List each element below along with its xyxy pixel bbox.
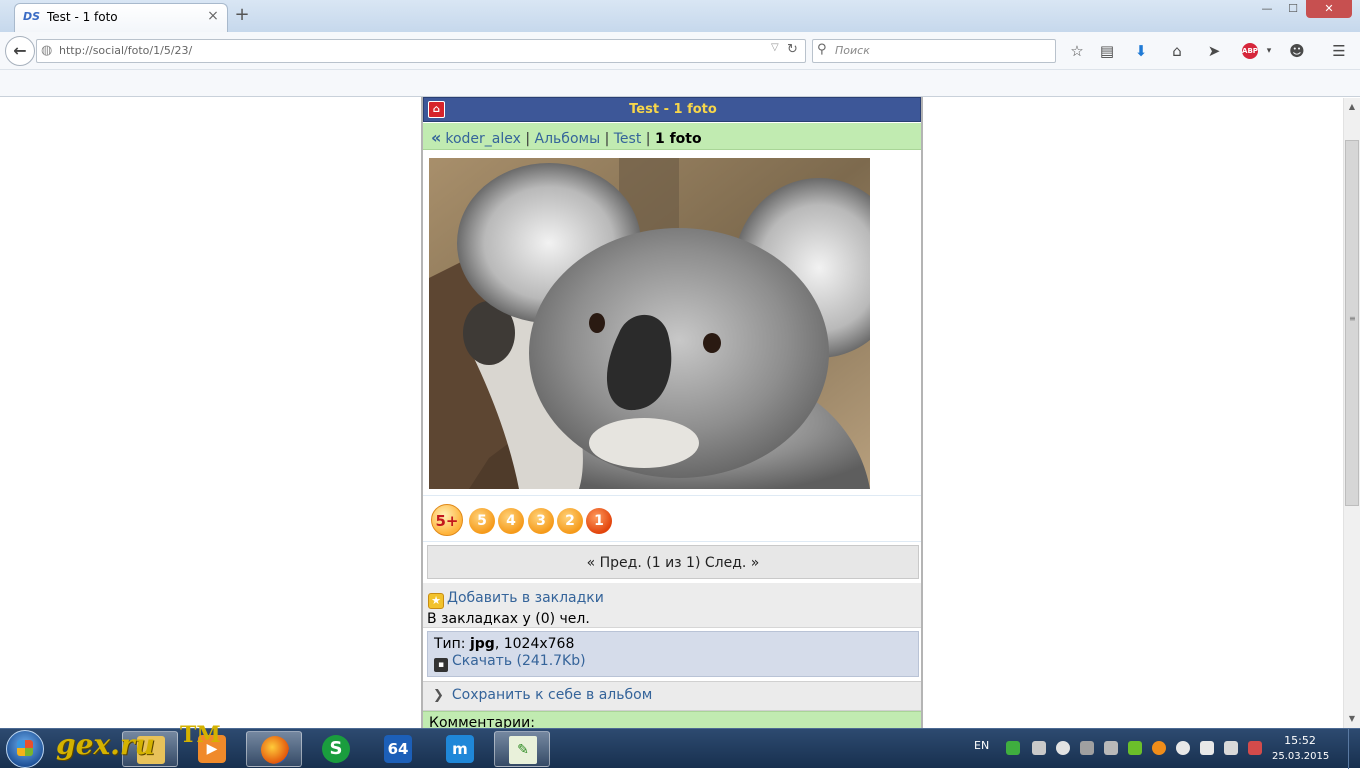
reading-list-icon[interactable]: ▤ — [1096, 41, 1118, 61]
download-link[interactable]: Скачать (241.7Kb) — [452, 653, 586, 669]
comments-heading: Комментарии: — [423, 711, 921, 728]
wifi-icon[interactable] — [1176, 741, 1190, 755]
window-minimize-button[interactable]: — — [1254, 0, 1280, 18]
rating-row: 5+ 5 4 3 2 1 — [423, 495, 921, 542]
aida64-icon: 64 — [384, 735, 412, 763]
scroll-up-icon[interactable]: ▲ — [1344, 98, 1360, 115]
maxthon-icon: m — [446, 735, 474, 763]
adblock-icon[interactable]: ABP — [1242, 43, 1258, 59]
bookmarks-block: ★ Добавить в закладки В закладках у (0) ч… — [423, 583, 921, 628]
breadcrumb-separator: | — [645, 131, 651, 147]
breadcrumb-current: 1 foto — [654, 131, 702, 147]
breadcrumb-separator: | — [525, 131, 531, 147]
tab-close-icon[interactable]: × — [205, 8, 221, 24]
search-input[interactable]: Поиск — [835, 44, 870, 57]
window-close-button[interactable]: ✕ — [1306, 0, 1352, 18]
network-tool-icon[interactable] — [1104, 741, 1118, 755]
taskbar-app-notepad-plus[interactable]: ✎ — [494, 731, 550, 767]
breadcrumb-user-link[interactable]: koder_alex — [445, 131, 521, 147]
rating-5-button[interactable]: 5 — [469, 508, 495, 534]
breadcrumb-albums-link[interactable]: Альбомы — [535, 131, 601, 147]
home-icon[interactable]: ⌂ — [1166, 41, 1188, 61]
photo-pager[interactable]: « Пред. (1 из 1) След. » — [427, 545, 919, 579]
browser-tab[interactable]: DS Test - 1 foto × — [14, 3, 228, 32]
floppy-disk-icon: ▪ — [434, 658, 448, 672]
window-maximize-button[interactable]: ☐ — [1280, 0, 1306, 18]
tools-icon[interactable] — [1032, 741, 1046, 755]
star-icon: ★ — [428, 593, 444, 609]
volume-icon[interactable] — [1200, 741, 1214, 755]
clock-time[interactable]: 15:52 — [1272, 734, 1328, 747]
save-to-album-row[interactable]: ❯ Сохранить к себе в альбом — [423, 681, 921, 711]
scroll-down-icon[interactable]: ▼ — [1344, 710, 1360, 727]
notepad-icon: ✎ — [509, 736, 537, 764]
avast-icon[interactable] — [1152, 741, 1166, 755]
url-text[interactable]: http://social/foto/1/5/23/ — [59, 44, 192, 57]
update-icon[interactable] — [1006, 741, 1020, 755]
tab-title: Test - 1 foto — [47, 10, 118, 24]
skype-tray-icon[interactable] — [1056, 741, 1070, 755]
taskbar-app-firefox[interactable] — [246, 731, 302, 767]
breadcrumb-album-link[interactable]: Test — [614, 131, 642, 147]
chevron-down-icon[interactable]: ▾ — [1258, 41, 1280, 61]
photo-image[interactable] — [429, 158, 870, 489]
reload-icon[interactable]: ↻ — [787, 42, 798, 57]
scroll-thumb[interactable]: ≡ — [1345, 140, 1359, 506]
rating-2-button[interactable]: 2 — [557, 508, 583, 534]
send-icon[interactable]: ➤ — [1203, 41, 1225, 61]
rating-3-button[interactable]: 3 — [528, 508, 554, 534]
action-center-icon[interactable] — [1224, 741, 1238, 755]
file-info: Тип: jpg, 1024x768 ▪ Скачать (241.7Kb) — [427, 631, 919, 677]
back-button[interactable]: ← — [5, 36, 35, 66]
search-bar[interactable]: ⚲ Поиск — [812, 39, 1056, 63]
file-dimensions: , 1024x768 — [494, 636, 575, 652]
language-indicator[interactable]: EN — [974, 739, 989, 752]
rating-top-button[interactable]: 5+ — [431, 504, 463, 536]
chevron-right-icon: ❯ — [433, 688, 444, 703]
clock-date[interactable]: 25.03.2015 — [1272, 751, 1329, 762]
nvidia-icon[interactable] — [1128, 741, 1142, 755]
new-tab-button[interactable]: + — [232, 5, 252, 25]
vertical-scrollbar[interactable]: ▲ ≡ ▼ — [1343, 98, 1360, 728]
network-offline-icon[interactable] — [1248, 741, 1262, 755]
url-bar[interactable]: ◍ http://social/foto/1/5/23/ ▽ ↻ — [36, 39, 806, 63]
breadcrumb: «koder_alex | Альбомы | Test | 1 foto — [423, 123, 921, 150]
chat-icon[interactable]: ☻ — [1286, 41, 1308, 61]
rating-1-button[interactable]: 1 — [586, 508, 612, 534]
site-favicon-icon: DS — [23, 10, 41, 23]
watermark-logo: gex.ru — [56, 728, 155, 761]
bookmarks-toolbar — [0, 70, 1360, 97]
page-container: Test - 1 foto ⌂ «koder_alex | Альбомы | … — [421, 97, 923, 728]
rating-4-button[interactable]: 4 — [498, 508, 524, 534]
page-title: Test - 1 foto — [629, 102, 717, 117]
download-icon[interactable]: ⬇ — [1130, 41, 1152, 61]
home-icon[interactable]: ⌂ — [428, 101, 445, 118]
start-button[interactable] — [6, 730, 44, 768]
breadcrumb-separator: | — [604, 131, 610, 147]
skype-icon: S — [322, 735, 350, 763]
globe-icon: ◍ — [41, 43, 53, 58]
file-type-value: jpg — [469, 636, 495, 652]
taskbar-app-skype[interactable]: S — [308, 731, 364, 767]
scroll-grip-icon: ≡ — [1349, 314, 1356, 323]
taskbar-app-aida64[interactable]: 64 — [370, 731, 426, 767]
url-dropdown-icon[interactable]: ▽ — [771, 42, 779, 53]
firefox-icon — [261, 736, 289, 764]
page-header: Test - 1 foto ⌂ — [423, 97, 921, 122]
taskbar-app-maxthon[interactable]: m — [432, 731, 488, 767]
settings-icon[interactable] — [1080, 741, 1094, 755]
menu-icon[interactable]: ☰ — [1328, 41, 1350, 61]
file-type-label: Тип: — [434, 636, 466, 652]
back-arrow-icon[interactable]: « — [431, 128, 441, 147]
show-desktop-button[interactable] — [1348, 729, 1360, 769]
navigation-bar: ← ◍ http://social/foto/1/5/23/ ▽ ↻ ⚲ Пои… — [0, 32, 1360, 70]
search-icon: ⚲ — [817, 42, 827, 57]
add-bookmark-link[interactable]: Добавить в закладки — [447, 590, 604, 606]
bookmark-star-icon[interactable]: ☆ — [1066, 41, 1088, 61]
watermark-trademark: TM — [180, 722, 221, 748]
bookmark-count: В закладках у (0) чел. — [427, 611, 590, 627]
tab-bar: DS Test - 1 foto × + — ☐ ✕ — [0, 0, 1360, 32]
save-to-album-link[interactable]: Сохранить к себе в альбом — [452, 687, 652, 703]
windows-logo-icon — [17, 740, 33, 756]
